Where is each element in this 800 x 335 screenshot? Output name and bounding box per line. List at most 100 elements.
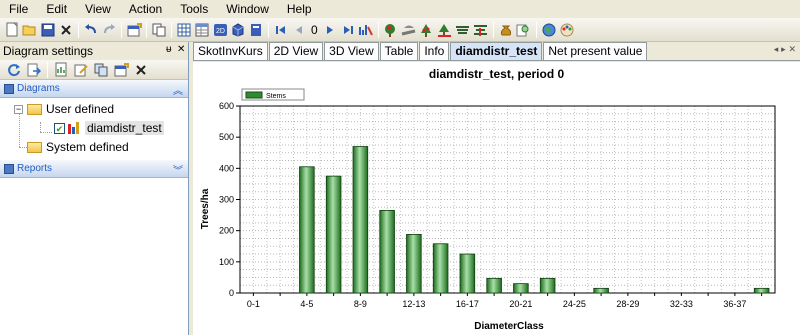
reports-group-header[interactable]: Reports ︾ bbox=[0, 160, 188, 178]
palette-icon[interactable] bbox=[559, 22, 575, 38]
tab-scroll-controls[interactable]: ◂ ▸ ✕ bbox=[774, 45, 796, 55]
menu-action[interactable]: Action bbox=[120, 0, 171, 18]
y-tick-label: 0 bbox=[229, 288, 234, 298]
bar bbox=[352, 146, 369, 294]
reports-group-icon bbox=[4, 163, 14, 174]
tree-red-icon[interactable] bbox=[383, 22, 399, 38]
globe-icon[interactable] bbox=[541, 22, 557, 38]
edit-diagram-icon[interactable] bbox=[73, 62, 89, 78]
toolbar-separator bbox=[492, 21, 494, 38]
tree-connector bbox=[19, 147, 27, 148]
last-period-icon[interactable] bbox=[340, 22, 356, 38]
bar bbox=[486, 277, 502, 294]
menu-help[interactable]: Help bbox=[278, 0, 321, 18]
x-tick-label: 28-29 bbox=[616, 299, 639, 309]
svg-text:2D: 2D bbox=[216, 28, 225, 35]
tree-label-user-defined: User defined bbox=[46, 102, 115, 116]
bar bbox=[379, 210, 395, 294]
delete-icon[interactable] bbox=[58, 22, 74, 38]
new-diagram-icon[interactable] bbox=[53, 62, 69, 78]
y-tick-label: 300 bbox=[219, 195, 234, 205]
next-period-icon[interactable] bbox=[322, 22, 338, 38]
save-icon[interactable] bbox=[40, 22, 56, 38]
x-tick-label: 16-17 bbox=[456, 299, 479, 309]
pin-icon[interactable]: ᵾ bbox=[166, 44, 171, 55]
new-file-icon[interactable] bbox=[4, 22, 20, 38]
stack-icon[interactable] bbox=[473, 22, 489, 38]
diagrams-group-header[interactable]: Diagrams ︽ bbox=[0, 80, 188, 98]
collapse-toggle-icon[interactable]: − bbox=[14, 104, 23, 114]
x-tick-label: 36-37 bbox=[723, 299, 746, 309]
thin-tree-icon[interactable] bbox=[419, 22, 435, 38]
diagrams-group-label: Diagrams bbox=[17, 83, 60, 94]
remove-icon[interactable] bbox=[133, 62, 149, 78]
period-value: 0 bbox=[311, 22, 318, 37]
tab-table[interactable]: Table bbox=[379, 42, 419, 60]
tab-skotinvkurs[interactable]: SkotInvKurs bbox=[193, 42, 268, 60]
menu-edit[interactable]: Edit bbox=[37, 0, 76, 18]
export-icon[interactable] bbox=[26, 62, 42, 78]
search-document-icon[interactable] bbox=[516, 22, 532, 38]
tab-net-present-value[interactable]: Net present value bbox=[543, 42, 648, 60]
copy-icon[interactable] bbox=[151, 22, 167, 38]
sawmill-icon[interactable] bbox=[455, 22, 471, 38]
settings-icon[interactable] bbox=[113, 62, 129, 78]
bar bbox=[539, 277, 556, 294]
chart-title: diamdistr_test, period 0 bbox=[428, 67, 565, 81]
diagram-settings-panel: Diagram settings ᵾ ✕ Diagrams ︽ − User d… bbox=[0, 42, 189, 335]
menu-bar: File Edit View Action Tools Window Help bbox=[0, 0, 800, 18]
harvest-icon[interactable] bbox=[437, 22, 453, 38]
grid-icon[interactable] bbox=[176, 22, 192, 38]
table-icon[interactable] bbox=[194, 22, 210, 38]
tree-label-diagram: diamdistr_test bbox=[85, 121, 164, 135]
undo-icon[interactable] bbox=[83, 22, 99, 38]
bar bbox=[753, 287, 770, 294]
x-axis-label: DiameterClass bbox=[474, 321, 544, 332]
menu-tools[interactable]: Tools bbox=[171, 0, 217, 18]
menu-file[interactable]: File bbox=[0, 0, 37, 18]
tab-info[interactable]: Info bbox=[419, 42, 450, 60]
info-icon[interactable] bbox=[248, 22, 264, 38]
x-tick-label: 8-9 bbox=[354, 299, 367, 309]
first-period-icon[interactable] bbox=[273, 22, 289, 38]
3d-view-icon[interactable] bbox=[230, 22, 246, 38]
properties-icon[interactable] bbox=[126, 22, 142, 38]
bar-chart-icon bbox=[68, 122, 82, 134]
menu-window[interactable]: Window bbox=[217, 0, 278, 18]
duplicate-icon[interactable] bbox=[93, 62, 109, 78]
collapse-chevron-icon[interactable]: ︽ bbox=[173, 82, 183, 97]
cut-tree-icon[interactable] bbox=[401, 22, 417, 38]
chart-panel: diamdistr_test, period 0 0 100 200 300 400 50… bbox=[193, 62, 800, 335]
tree-node-diagram[interactable]: ✔ diamdistr_test bbox=[54, 119, 164, 137]
x-tick-label: 12-13 bbox=[402, 299, 425, 309]
bar bbox=[513, 283, 529, 294]
previous-period-icon[interactable] bbox=[291, 22, 307, 38]
menu-view[interactable]: View bbox=[76, 0, 120, 18]
tree-connector bbox=[40, 132, 52, 133]
toolbar-separator bbox=[535, 21, 537, 38]
toolbar-separator bbox=[377, 21, 379, 38]
tab-2d-view[interactable]: 2D View bbox=[268, 42, 324, 60]
tab-diamdistr-test[interactable]: diamdistr_test bbox=[450, 42, 543, 60]
y-tick-label: 100 bbox=[219, 257, 234, 267]
tree-connector bbox=[40, 122, 41, 132]
diagram-tree: − User defined ✔ diamdistr_test System d… bbox=[0, 98, 188, 160]
chart-settings-icon[interactable] bbox=[358, 22, 374, 38]
tree-node-system-defined[interactable]: System defined bbox=[27, 138, 129, 156]
tab-3d-view[interactable]: 3D View bbox=[324, 42, 379, 60]
open-folder-icon[interactable] bbox=[22, 22, 38, 38]
close-icon[interactable]: ✕ bbox=[177, 44, 185, 55]
tree-node-user-defined[interactable]: − User defined bbox=[14, 100, 114, 118]
refresh-icon[interactable] bbox=[6, 62, 22, 78]
panel-toolbar-separator bbox=[47, 61, 48, 78]
bar bbox=[432, 243, 449, 294]
2d-view-icon[interactable]: 2D bbox=[212, 22, 228, 38]
expand-chevron-icon[interactable]: ︾ bbox=[173, 162, 183, 177]
money-bag-icon[interactable] bbox=[498, 22, 514, 38]
y-axis-label: Trees/ha bbox=[200, 188, 211, 229]
diagram-visible-checkbox[interactable]: ✔ bbox=[54, 122, 65, 134]
redo-icon[interactable] bbox=[101, 22, 117, 38]
y-tick-label: 600 bbox=[219, 101, 234, 111]
document-tabs: SkotInvKurs 2D View 3D View Table Info d… bbox=[193, 42, 800, 61]
reports-group-label: Reports bbox=[17, 163, 53, 174]
